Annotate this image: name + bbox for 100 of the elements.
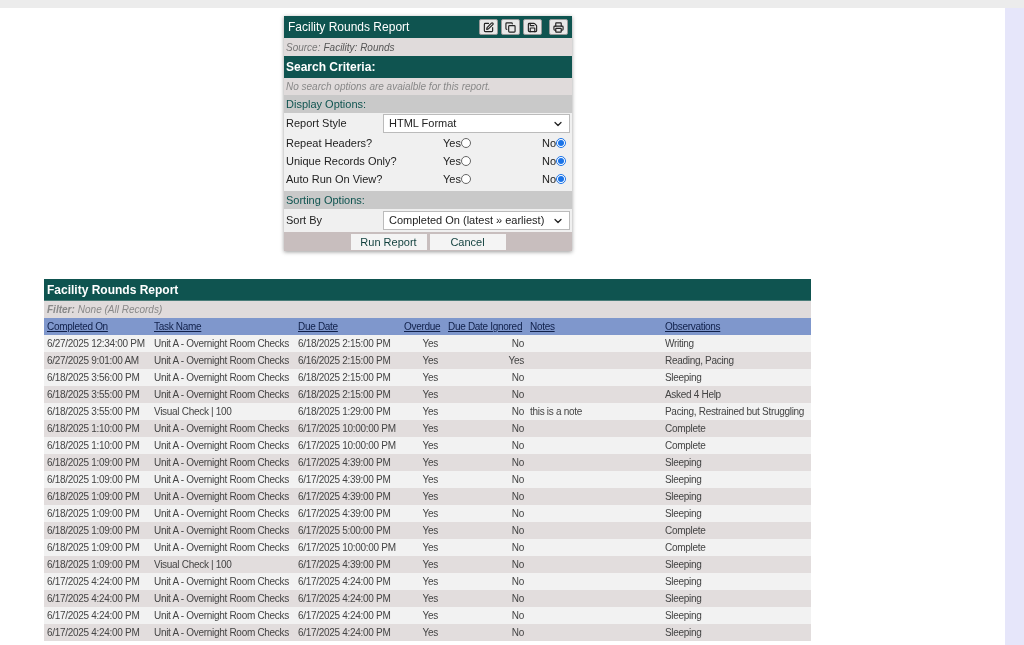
cancel-button[interactable]: Cancel bbox=[429, 233, 506, 250]
table-cell-text: Yes bbox=[421, 574, 439, 589]
table-cell-text: 6/17/2025 10:00:00 PM bbox=[298, 438, 397, 453]
table-cell-text: No bbox=[510, 523, 525, 538]
table-cell-text: 6/17/2025 4:24:00 PM bbox=[298, 574, 392, 589]
table-cell-text: Unit A - Overnight Room Checks bbox=[154, 574, 290, 589]
radio-button[interactable] bbox=[556, 156, 566, 166]
column-header[interactable]: Task Name bbox=[154, 319, 298, 334]
copy-icon bbox=[505, 21, 516, 33]
table-cell-text: 6/16/2025 2:15:00 PM bbox=[298, 353, 392, 368]
table-cell-text: No bbox=[510, 489, 525, 504]
table-cell-text: Unit A - Overnight Room Checks bbox=[154, 455, 290, 470]
table-cell-text: Unit A - Overnight Room Checks bbox=[154, 438, 290, 453]
filter-value: None (All Records) bbox=[77, 303, 163, 317]
source-value: Facility: Rounds bbox=[323, 40, 395, 55]
table-cell-text: Yes bbox=[421, 421, 439, 436]
table-cell-text: Yes bbox=[421, 370, 439, 385]
save-icon bbox=[527, 21, 538, 33]
table-cell-text: Yes bbox=[421, 557, 439, 572]
table-cell-text: No bbox=[510, 557, 525, 572]
table-cell-text: this is a note bbox=[530, 404, 583, 419]
field-label: Report Style bbox=[286, 116, 348, 132]
table-cell-text: Yes bbox=[421, 387, 439, 402]
table-cell-text: 6/18/2025 1:10:00 PM bbox=[47, 421, 141, 436]
table-cell-text: Complete bbox=[665, 523, 707, 538]
radio-button[interactable] bbox=[556, 174, 566, 184]
radio-label: No bbox=[541, 153, 556, 169]
radio-label: Yes bbox=[443, 171, 461, 187]
column-header[interactable]: Overdue bbox=[404, 319, 448, 334]
section-header: Display Options: bbox=[286, 96, 367, 112]
table-cell-text: Complete bbox=[665, 540, 707, 555]
table-cell-text: 6/17/2025 10:00:00 PM bbox=[298, 540, 397, 555]
table-cell-text: Yes bbox=[421, 506, 439, 521]
save-button[interactable] bbox=[523, 19, 542, 35]
copy-button[interactable] bbox=[501, 19, 520, 35]
section-header: Sorting Options: bbox=[286, 192, 365, 208]
table-cell-text: No bbox=[510, 608, 525, 623]
table-cell-text: Sleeping bbox=[665, 455, 703, 470]
table-cell-text: No bbox=[510, 404, 525, 419]
table-cell-text: 6/18/2025 3:55:00 PM bbox=[47, 404, 141, 419]
table-cell-text: 6/17/2025 4:24:00 PM bbox=[47, 591, 141, 606]
radio-button[interactable] bbox=[460, 174, 471, 184]
table-cell-text: No bbox=[510, 540, 525, 555]
table-cell-text: 6/18/2025 3:55:00 PM bbox=[47, 387, 141, 402]
table-cell-text: Unit A - Overnight Room Checks bbox=[154, 506, 290, 521]
table-cell-text: No bbox=[510, 421, 525, 436]
column-header[interactable]: Observations bbox=[665, 319, 811, 334]
table-cell-text: 6/17/2025 4:24:00 PM bbox=[298, 608, 392, 623]
table-cell-text: Sleeping bbox=[665, 591, 703, 606]
table-cell-text: 6/17/2025 4:24:00 PM bbox=[298, 591, 392, 606]
edit-icon bbox=[483, 21, 494, 33]
table-cell-text: 6/17/2025 4:39:00 PM bbox=[298, 557, 392, 572]
edit-button[interactable] bbox=[479, 19, 498, 35]
table-cell-text: Yes bbox=[421, 336, 439, 351]
dropdown-field[interactable]: Completed On (latest » earliest) bbox=[383, 211, 570, 230]
radio-button[interactable] bbox=[460, 138, 471, 148]
table-cell-text: Unit A - Overnight Room Checks bbox=[154, 370, 290, 385]
dropdown-field[interactable]: HTML Format bbox=[383, 114, 570, 133]
table-cell-text: 6/18/2025 1:09:00 PM bbox=[47, 455, 141, 470]
radio-label: Yes bbox=[443, 135, 461, 151]
filter-label: Filter: bbox=[47, 303, 75, 317]
table-cell-text: No bbox=[510, 625, 525, 640]
table-cell-text: 6/17/2025 10:00:00 PM bbox=[298, 421, 397, 436]
run-report-button[interactable]: Run Report bbox=[350, 233, 427, 250]
radio-label: No bbox=[541, 171, 556, 187]
table-cell-text: 6/17/2025 4:24:00 PM bbox=[47, 608, 141, 623]
table-cell-text: Yes bbox=[421, 540, 439, 555]
panel-title: Facility Rounds Report bbox=[288, 19, 410, 36]
table-cell-text: Yes bbox=[507, 353, 525, 368]
print-button[interactable] bbox=[549, 19, 568, 35]
table-cell-text: Unit A - Overnight Room Checks bbox=[154, 540, 290, 555]
table-cell-text: Sleeping bbox=[665, 557, 703, 572]
column-header[interactable]: Completed On bbox=[47, 319, 154, 334]
table-cell-text: Visual Check | 100 bbox=[154, 404, 233, 419]
table-cell-text: Unit A - Overnight Room Checks bbox=[154, 608, 290, 623]
radio-button[interactable] bbox=[460, 156, 471, 166]
table-cell-text: Yes bbox=[421, 591, 439, 606]
table-cell-text: 6/18/2025 1:29:00 PM bbox=[298, 404, 392, 419]
radio-button[interactable] bbox=[556, 138, 566, 148]
column-header[interactable]: Notes bbox=[530, 319, 665, 334]
table-cell-text: Writing bbox=[665, 336, 695, 351]
table-cell-text: Unit A - Overnight Room Checks bbox=[154, 421, 290, 436]
table-cell-text: Unit A - Overnight Room Checks bbox=[154, 591, 290, 606]
print-icon bbox=[553, 21, 564, 33]
table-cell-text: Yes bbox=[421, 608, 439, 623]
table-cell-text: No bbox=[510, 472, 525, 487]
source-label: Source: bbox=[286, 40, 321, 55]
field-label: Sort By bbox=[286, 213, 324, 229]
table-cell-text: Pacing, Restrained but Struggling bbox=[665, 404, 806, 419]
table-cell-text: 6/17/2025 4:24:00 PM bbox=[47, 625, 141, 640]
table-cell-text: No bbox=[510, 455, 525, 470]
table-cell-text: 6/18/2025 1:09:00 PM bbox=[47, 489, 141, 504]
table-cell-text: 6/18/2025 1:10:00 PM bbox=[47, 438, 141, 453]
column-header[interactable]: Due Date bbox=[298, 319, 404, 334]
column-header[interactable]: Due Date Ignored bbox=[448, 319, 530, 334]
table-cell-text: Sleeping bbox=[665, 506, 703, 521]
report-title: Facility Rounds Report bbox=[47, 281, 179, 299]
radio-label: Yes bbox=[443, 153, 461, 169]
table-cell-text: 6/17/2025 4:24:00 PM bbox=[47, 574, 141, 589]
table-cell-text: 6/17/2025 4:24:00 PM bbox=[298, 625, 392, 640]
